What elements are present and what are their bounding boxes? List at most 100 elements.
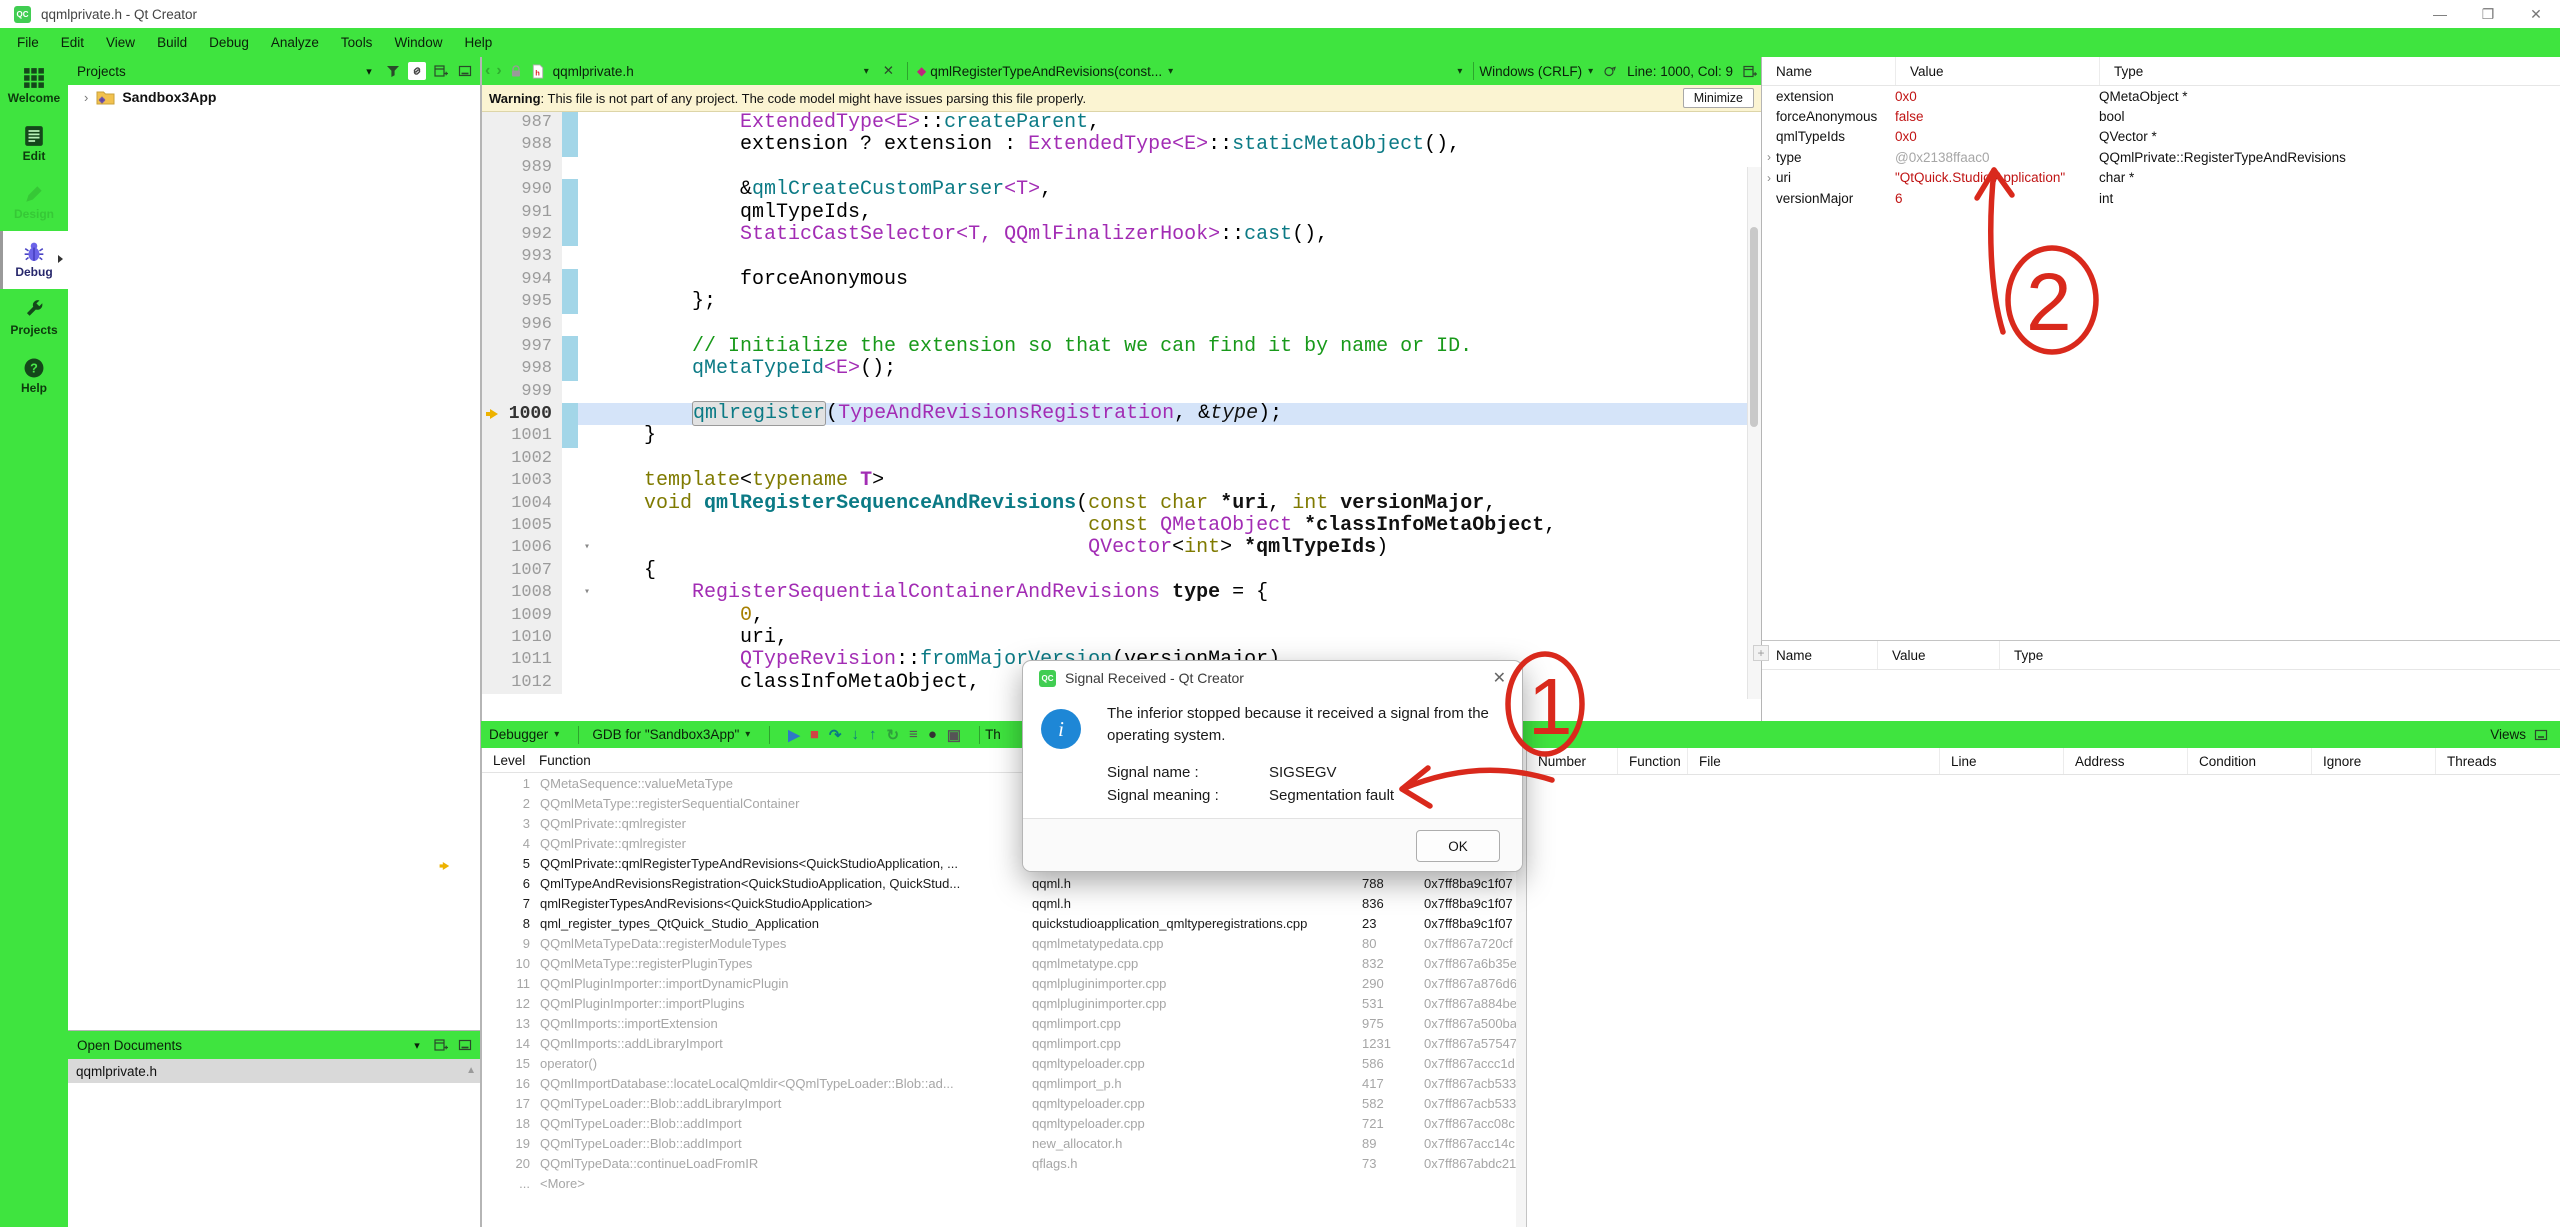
menu-build[interactable]: Build [146, 35, 198, 50]
stack-row[interactable]: 7qmlRegisterTypesAndRevisions<QuickStudi… [482, 893, 1526, 913]
breakpoints-column-function[interactable]: Function [1617, 748, 1687, 774]
stack-row[interactable]: 9QQmlMetaTypeData::registerModuleTypesqq… [482, 933, 1526, 953]
stack-row[interactable]: 11QQmlPluginImporter::importDynamicPlugi… [482, 973, 1526, 993]
dialog-close-icon[interactable]: ✕ [1493, 668, 1506, 688]
line-number-gutter[interactable]: 995 [482, 291, 562, 313]
line-number-gutter[interactable]: 1010 [482, 627, 562, 649]
line-number-gutter[interactable]: 1000 [482, 403, 562, 425]
chevron-down-icon[interactable]: ▾ [360, 62, 378, 80]
expand-chevron-icon[interactable]: › [84, 90, 88, 105]
stack-row[interactable]: 20QQmlTypeData::continueLoadFromIRqflags… [482, 1153, 1526, 1173]
code-line[interactable]: 991 qmlTypeIds, [482, 202, 1761, 224]
code-line[interactable]: 1008▾ RegisterSequentialContainerAndRevi… [482, 582, 1761, 604]
line-number-gutter[interactable]: 987 [482, 112, 562, 134]
chevron-down-icon[interactable]: ▾ [745, 729, 750, 740]
sidebar-item-design[interactable]: Design [0, 173, 68, 231]
locals-column-type[interactable]: Type [2099, 57, 2560, 85]
menu-window[interactable]: Window [383, 35, 453, 50]
locals-row[interactable]: qmlTypeIds0x0QVector * [1762, 127, 2560, 147]
project-tree-item[interactable]: › Sandbox3App [68, 85, 480, 109]
stack-row[interactable]: 13QQmlImports::importExtensionqqmlimport… [482, 1013, 1526, 1033]
split-panel-icon[interactable] [432, 62, 450, 80]
stop-icon[interactable]: ■ [810, 726, 819, 743]
line-number-gutter[interactable]: 999 [482, 381, 562, 403]
menu-file[interactable]: File [6, 35, 50, 50]
stack-row[interactable]: 17QQmlTypeLoader::Blob::addLibraryImport… [482, 1093, 1526, 1113]
close-document-icon[interactable]: ✕ [883, 63, 894, 79]
code-line[interactable]: 993 [482, 246, 1761, 268]
stack-row[interactable]: 18QQmlTypeLoader::Blob::addImportqqmltyp… [482, 1113, 1526, 1133]
code-line[interactable]: 1006▾ QVector<int> *qmlTypeIds) [482, 537, 1761, 559]
sidebar-item-edit[interactable]: Edit [0, 115, 68, 173]
line-number-gutter[interactable]: 1005 [482, 515, 562, 537]
locals-row[interactable]: versionMajor6int [1762, 188, 2560, 208]
line-number-gutter[interactable]: 1001 [482, 425, 562, 447]
continue-icon[interactable]: ▶ [788, 726, 800, 744]
line-number-gutter[interactable]: 1004 [482, 493, 562, 515]
sidebar-item-help[interactable]: ?Help [0, 347, 68, 405]
stack-row[interactable]: 6QmlTypeAndRevisionsRegistration<QuickSt… [482, 873, 1526, 893]
line-number-gutter[interactable]: 998 [482, 358, 562, 380]
threads-label[interactable]: Th [985, 727, 1001, 742]
sidebar-item-projects[interactable]: Projects [0, 289, 68, 347]
line-number-gutter[interactable]: 1011 [482, 649, 562, 671]
splitter-handle-icon[interactable]: + [1753, 645, 1769, 661]
back-icon[interactable]: ‹ [485, 62, 490, 80]
menu-view[interactable]: View [95, 35, 146, 50]
code-line[interactable]: 1002 [482, 448, 1761, 470]
locals-row[interactable]: forceAnonymousfalsebool [1762, 106, 2560, 126]
stack-column-function[interactable]: Function [539, 753, 591, 768]
breakpoints-column-file[interactable]: File [1687, 748, 1939, 774]
code-line[interactable]: 999 [482, 381, 1761, 403]
expressions-column-type[interactable]: Type [1999, 641, 2560, 669]
code-line[interactable]: 998 qMetaTypeId<E>(); [482, 358, 1761, 380]
stack-column-level[interactable]: Level [482, 753, 539, 768]
split-editor-icon[interactable] [1743, 64, 1757, 79]
line-number-gutter[interactable]: 990 [482, 179, 562, 201]
step-into-icon[interactable]: ↓ [851, 726, 859, 743]
menu-tools[interactable]: Tools [330, 35, 384, 50]
snapshot-icon[interactable]: ▣ [947, 726, 961, 744]
code-line[interactable]: 995 }; [482, 291, 1761, 313]
code-line[interactable]: 987 ExtendedType<E>::createParent, [482, 112, 1761, 134]
fold-marker-icon[interactable]: ▾ [578, 537, 596, 559]
code-line[interactable]: 1010 uri, [482, 627, 1761, 649]
code-line[interactable]: 1007 { [482, 560, 1761, 582]
menu-edit[interactable]: Edit [50, 35, 95, 50]
line-number-gutter[interactable]: 1002 [482, 448, 562, 470]
code-editor[interactable]: 987 ExtendedType<E>::createParent,988 ex… [482, 112, 1761, 699]
line-number-gutter[interactable]: 993 [482, 246, 562, 268]
restart-icon[interactable]: ↻ [886, 726, 899, 744]
instruction-wise-icon[interactable]: ≡ [909, 726, 918, 743]
open-document-item[interactable]: qqmlprivate.h ▲ [68, 1059, 480, 1083]
cursor-position-indicator[interactable]: Line: 1000, Col: 9 [1627, 64, 1733, 79]
line-number-gutter[interactable]: 1008 [482, 582, 562, 604]
breakpoints-column-line[interactable]: Line [1939, 748, 2063, 774]
debug-engine-selector[interactable]: GDB for "Sandbox3App" [592, 727, 739, 742]
code-line[interactable]: 1003 template<typename T> [482, 470, 1761, 492]
sync-with-editor-icon[interactable] [408, 62, 426, 80]
collapse-panel-icon[interactable] [456, 1036, 474, 1054]
stack-row[interactable]: 12QQmlPluginImporter::importPluginsqqmlp… [482, 993, 1526, 1013]
code-line[interactable]: 1001 } [482, 425, 1761, 447]
line-number-gutter[interactable]: 996 [482, 314, 562, 336]
stack-more-row[interactable]: ...<More> [482, 1173, 1526, 1193]
collapse-panel-icon[interactable] [456, 62, 474, 80]
code-line[interactable]: 1004 void qmlRegisterSequenceAndRevision… [482, 493, 1761, 515]
chevron-down-icon[interactable]: ▾ [554, 729, 559, 740]
dialog-title-bar[interactable]: QC Signal Received - Qt Creator ✕ [1023, 661, 1522, 695]
stack-row[interactable]: 8qml_register_types_QtQuick_Studio_Appli… [482, 913, 1526, 933]
record-icon[interactable]: ● [928, 726, 937, 743]
code-line[interactable]: 990 &qmlCreateCustomParser<T>, [482, 179, 1761, 201]
ok-button[interactable]: OK [1416, 830, 1500, 862]
locals-row[interactable]: ›type@0x2138ffaac0QQmlPrivate::RegisterT… [1762, 147, 2560, 167]
code-line[interactable]: 996 [482, 314, 1761, 336]
breakpoints-column-number[interactable]: Number [1527, 748, 1617, 774]
chevron-down-icon[interactable]: ▾ [864, 66, 869, 77]
code-line[interactable]: 988 extension ? extension : ExtendedType… [482, 134, 1761, 156]
line-number-gutter[interactable]: 1006 [482, 537, 562, 559]
chevron-down-icon[interactable]: ▾ [1588, 66, 1593, 77]
code-line[interactable]: 989 [482, 157, 1761, 179]
split-panel-icon[interactable] [432, 1036, 450, 1054]
stack-row[interactable]: 16QQmlImportDatabase::locateLocalQmldir<… [482, 1073, 1526, 1093]
